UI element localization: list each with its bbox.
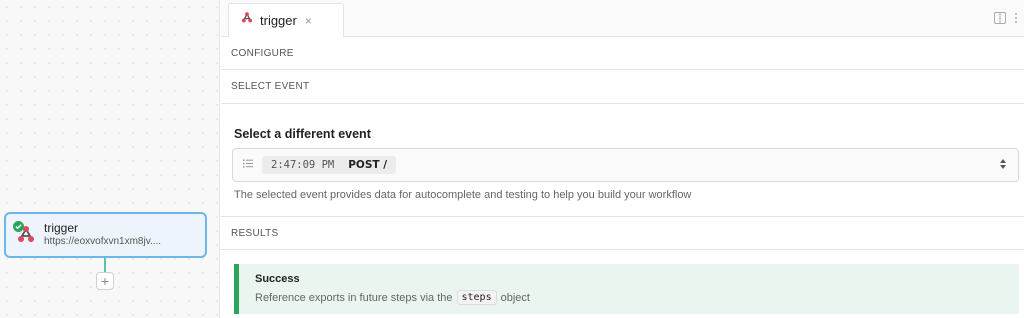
success-message-prefix: Reference exports in future steps via th… <box>255 291 453 304</box>
tab-tools <box>994 11 1018 29</box>
section-select-event[interactable]: SELECT EVENT <box>221 70 1024 104</box>
node-connector <box>104 258 106 272</box>
success-title: Success <box>255 273 300 285</box>
success-message: Reference exports in future steps via th… <box>255 290 1019 305</box>
sort-arrows-icon <box>999 158 1007 173</box>
node-title: trigger <box>44 221 79 236</box>
list-icon <box>243 159 253 171</box>
success-banner: Success Reference exports in future step… <box>234 264 1019 314</box>
tab-bar: trigger × <box>221 0 1024 37</box>
select-event-heading: Select a different event <box>234 127 371 141</box>
section-results[interactable]: RESULTS <box>221 217 1024 250</box>
event-dropdown[interactable]: 2:47:09 PM POST / <box>232 148 1019 182</box>
more-options-icon[interactable] <box>1014 11 1018 29</box>
section-configure[interactable]: CONFIGURE <box>221 37 1024 70</box>
selected-event: 2:47:09 PM POST / <box>262 156 397 174</box>
success-check-icon <box>13 221 24 232</box>
steps-code: steps <box>456 290 497 305</box>
webhook-icon <box>240 11 254 30</box>
split-view-icon[interactable] <box>994 11 1006 29</box>
node-url: https://eoxvofxvn1xm8jv.... <box>44 236 162 248</box>
add-step-button[interactable]: + <box>96 272 114 290</box>
webhook-icon <box>13 221 37 246</box>
select-event-block: Select a different event 2:47:09 PM POST… <box>221 104 1024 217</box>
workflow-canvas[interactable]: trigger https://eoxvofxvn1xm8jv.... + <box>0 0 220 318</box>
tab-label: trigger <box>260 13 297 28</box>
tab-trigger[interactable]: trigger × <box>228 3 344 37</box>
success-message-suffix: object <box>500 291 530 304</box>
event-time: 2:47:09 PM <box>271 159 335 171</box>
close-icon[interactable]: × <box>305 14 312 28</box>
trigger-node[interactable]: trigger https://eoxvofxvn1xm8jv.... <box>4 212 207 258</box>
select-event-help: The selected event provides data for aut… <box>234 189 692 201</box>
event-method: POST / <box>348 159 388 171</box>
